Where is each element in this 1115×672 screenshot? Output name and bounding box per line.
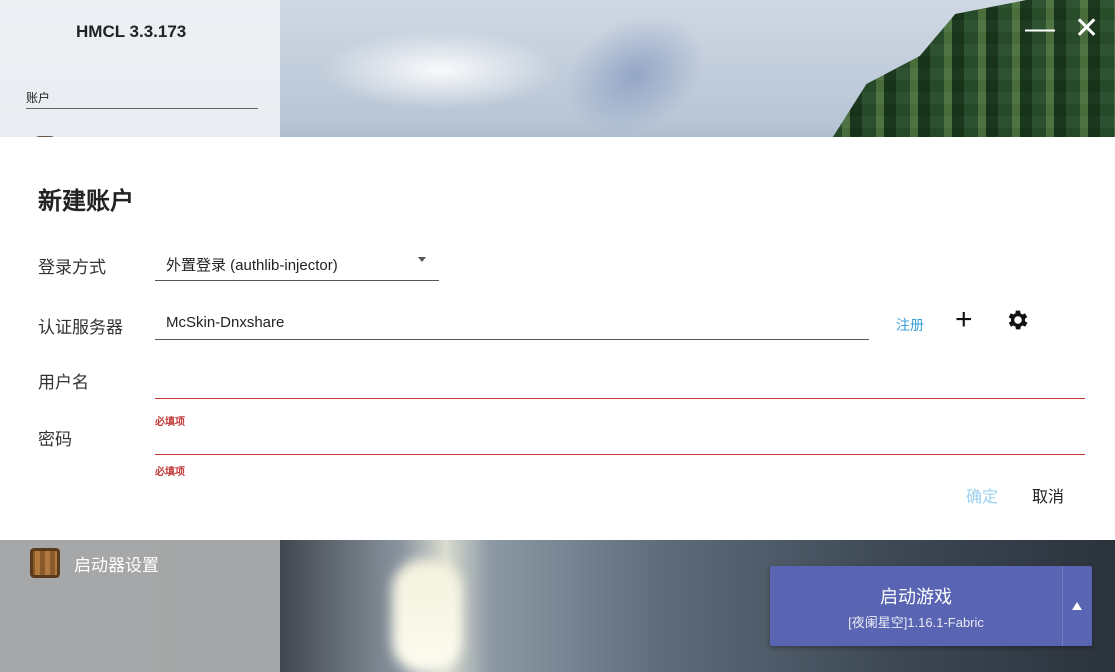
username-input[interactable]: [166, 375, 1066, 395]
river: [392, 560, 462, 672]
launch-title: 启动游戏: [880, 587, 952, 607]
password-label: 密码: [38, 430, 72, 449]
login-method-select[interactable]: 外置登录 (authlib-injector): [166, 254, 338, 275]
minimize-button[interactable]: —: [1025, 14, 1055, 44]
app-title: HMCL 3.3.173: [76, 22, 187, 41]
password-underline: [155, 454, 1085, 455]
crafting-table-icon: [30, 548, 60, 578]
launch-game-button[interactable]: 启动游戏 [夜阑星空]1.16.1-Fabric: [770, 566, 1062, 646]
close-button[interactable]: ✕: [1074, 14, 1099, 44]
cloud: [320, 30, 560, 110]
username-error: 必填项: [155, 417, 185, 428]
accounts-section-label: 账户: [26, 91, 51, 105]
password-input[interactable]: [166, 431, 1066, 451]
launch-panel: 启动游戏 [夜阑星空]1.16.1-Fabric: [770, 566, 1092, 646]
register-link[interactable]: 注册: [896, 315, 924, 335]
username-underline: [155, 398, 1085, 399]
version-menu-button[interactable]: [1063, 566, 1092, 646]
sidebar-item-launcher-settings[interactable]: 启动器设置: [30, 548, 159, 578]
new-account-dialog: 新建账户 登录方式 外置登录 (authlib-injector) 认证服务器 …: [0, 137, 1115, 540]
section-divider: [26, 108, 258, 109]
auth-server-select[interactable]: McSkin-Dnxshare: [166, 314, 284, 331]
password-error: 必填项: [155, 467, 185, 478]
chevron-down-icon[interactable]: [418, 257, 426, 262]
dialog-title: 新建账户: [38, 188, 134, 215]
confirm-button[interactable]: 确定: [966, 483, 998, 507]
username-label: 用户名: [38, 373, 89, 392]
sidebar-item-label: 启动器设置: [74, 555, 159, 575]
triangle-up-icon: [1072, 602, 1082, 610]
launch-version: [夜阑星空]1.16.1-Fabric: [848, 615, 984, 630]
plus-icon[interactable]: +: [955, 305, 973, 335]
auth-server-label: 认证服务器: [38, 318, 123, 337]
login-method-underline: [155, 280, 439, 281]
login-method-label: 登录方式: [38, 258, 106, 277]
auth-server-underline: [155, 339, 869, 340]
cancel-button[interactable]: 取消: [1032, 483, 1064, 507]
gear-icon[interactable]: [1005, 307, 1031, 333]
